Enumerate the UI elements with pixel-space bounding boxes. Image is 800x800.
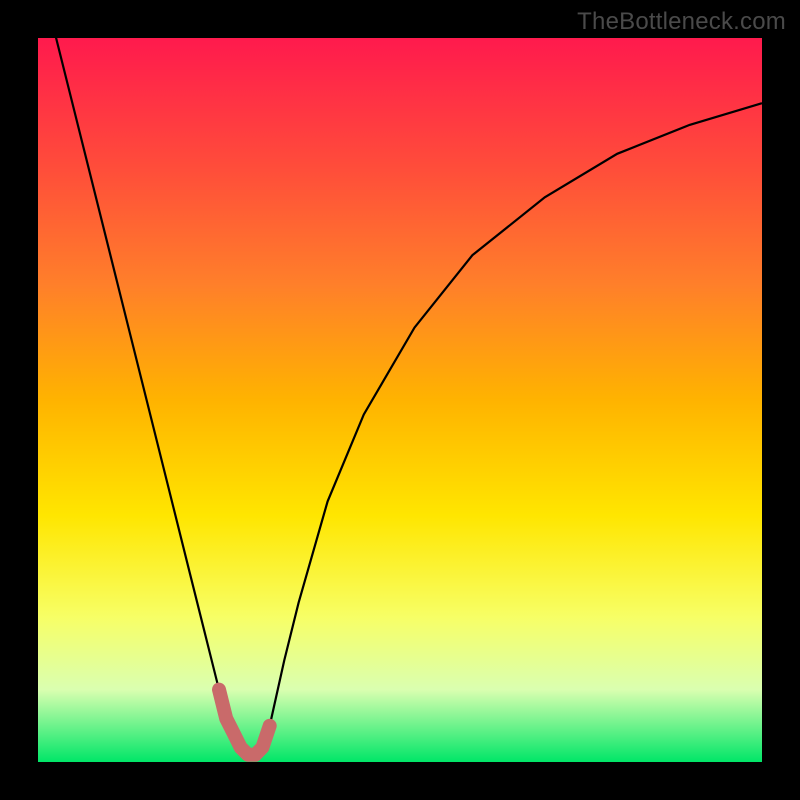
chart-frame: TheBottleneck.com (0, 0, 800, 800)
watermark-text: TheBottleneck.com (577, 8, 786, 36)
bottleneck-curve (38, 0, 762, 755)
optimal-band (219, 690, 270, 755)
plot-area (38, 38, 762, 762)
curve-svg (38, 38, 762, 762)
